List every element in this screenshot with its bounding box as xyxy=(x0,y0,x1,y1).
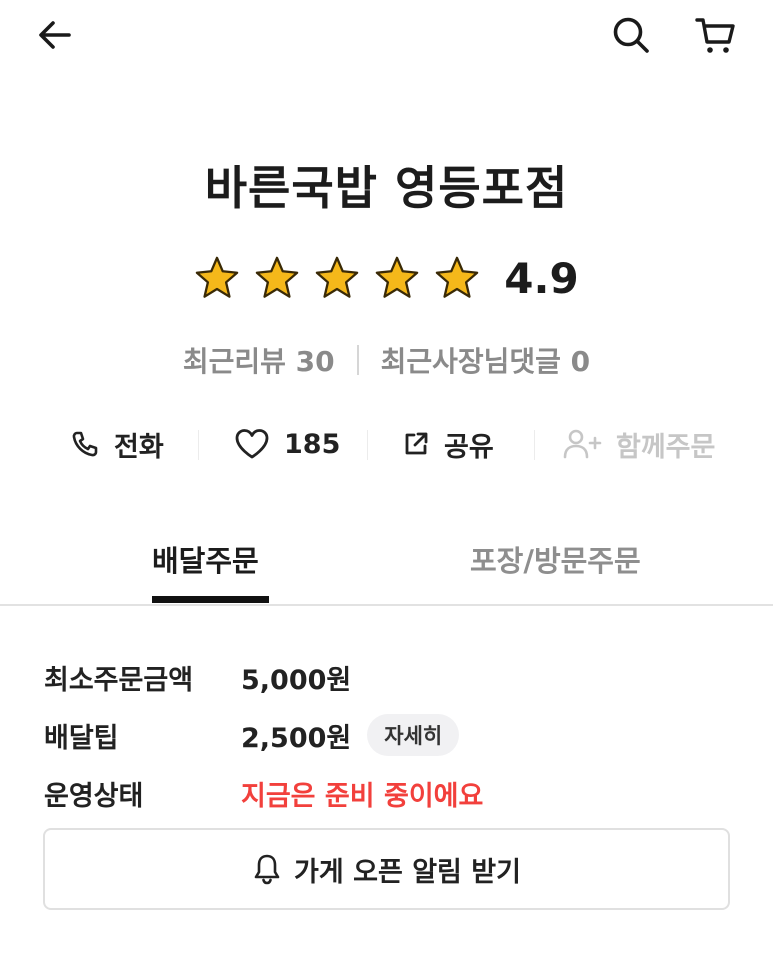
rating-row: 4.9 xyxy=(0,248,773,308)
star-icon xyxy=(256,256,299,298)
status-value: 지금은 준비 중이에요 xyxy=(241,780,484,812)
status-row: 운영상태 지금은 준비 중이에요 xyxy=(44,764,734,822)
tab-pickup[interactable]: 포장/방문주문 xyxy=(470,538,641,580)
delivery-tip-row: 배달팁 2,500원 자세히 xyxy=(44,706,734,764)
action-row: 전화 185 공유 함께주문 xyxy=(0,418,773,470)
tab-delivery[interactable]: 배달주문 xyxy=(152,538,259,580)
delivery-tip-label: 배달팁 xyxy=(44,722,119,754)
bell-icon xyxy=(254,854,280,885)
like-count: 185 xyxy=(284,428,341,460)
min-order-label: 최소주문금액 xyxy=(44,664,194,696)
star-icon xyxy=(436,256,479,298)
top-bar xyxy=(0,0,773,70)
star-icon xyxy=(376,256,419,298)
order-tabs: 배달주문 포장/방문주문 xyxy=(0,530,773,606)
min-order-value: 5,000원 xyxy=(241,664,352,696)
share-button[interactable]: 공유 xyxy=(402,418,494,470)
search-icon xyxy=(613,17,649,53)
divider xyxy=(534,430,535,460)
share-label: 공유 xyxy=(444,431,494,463)
heart-icon xyxy=(235,429,269,459)
delivery-info: 최소주문금액 5,000원 배달팁 2,500원 자세히 운영상태 지금은 준비… xyxy=(44,648,734,822)
review-summary: 최근리뷰 30 최근사장님댓글 0 xyxy=(0,340,773,380)
recent-reviews-link[interactable]: 최근리뷰 30 xyxy=(183,340,335,380)
cart-button[interactable] xyxy=(692,12,738,58)
owner-replies-link[interactable]: 최근사장님댓글 0 xyxy=(381,340,591,380)
like-button[interactable]: 185 xyxy=(234,418,340,470)
open-notification-button[interactable]: 가게 오픈 알림 받기 xyxy=(43,828,730,910)
delivery-tip-value: 2,500원 xyxy=(241,722,352,754)
call-button[interactable]: 전화 xyxy=(70,418,164,470)
search-button[interactable] xyxy=(608,12,654,58)
star-icon xyxy=(196,256,239,298)
min-order-row: 최소주문금액 5,000원 xyxy=(44,648,734,706)
phone-icon xyxy=(72,431,98,457)
rating-stars xyxy=(194,255,480,301)
rating-value: 4.9 xyxy=(504,253,579,303)
back-button[interactable] xyxy=(32,12,78,58)
call-label: 전화 xyxy=(114,431,164,463)
status-label: 운영상태 xyxy=(44,780,144,812)
add-user-icon xyxy=(563,429,602,459)
group-order-label: 함께주문 xyxy=(616,431,716,463)
divider xyxy=(356,345,359,375)
share-icon xyxy=(405,432,428,455)
open-notification-label: 가게 오픈 알림 받기 xyxy=(294,856,521,888)
store-page: 바른국밥 영등포점 4.9 최근리뷰 30 최근사장님댓글 0 전화 185 공… xyxy=(0,0,773,955)
divider xyxy=(198,430,199,460)
star-icon xyxy=(316,256,359,298)
group-order-button[interactable]: 함께주문 xyxy=(562,418,715,470)
delivery-tip-detail-button[interactable]: 자세히 xyxy=(367,714,460,756)
arrow-left-icon xyxy=(39,21,71,49)
active-tab-indicator xyxy=(152,596,269,603)
cart-icon xyxy=(695,18,735,53)
divider xyxy=(367,430,368,460)
store-name: 바른국밥 영등포점 xyxy=(204,161,569,215)
